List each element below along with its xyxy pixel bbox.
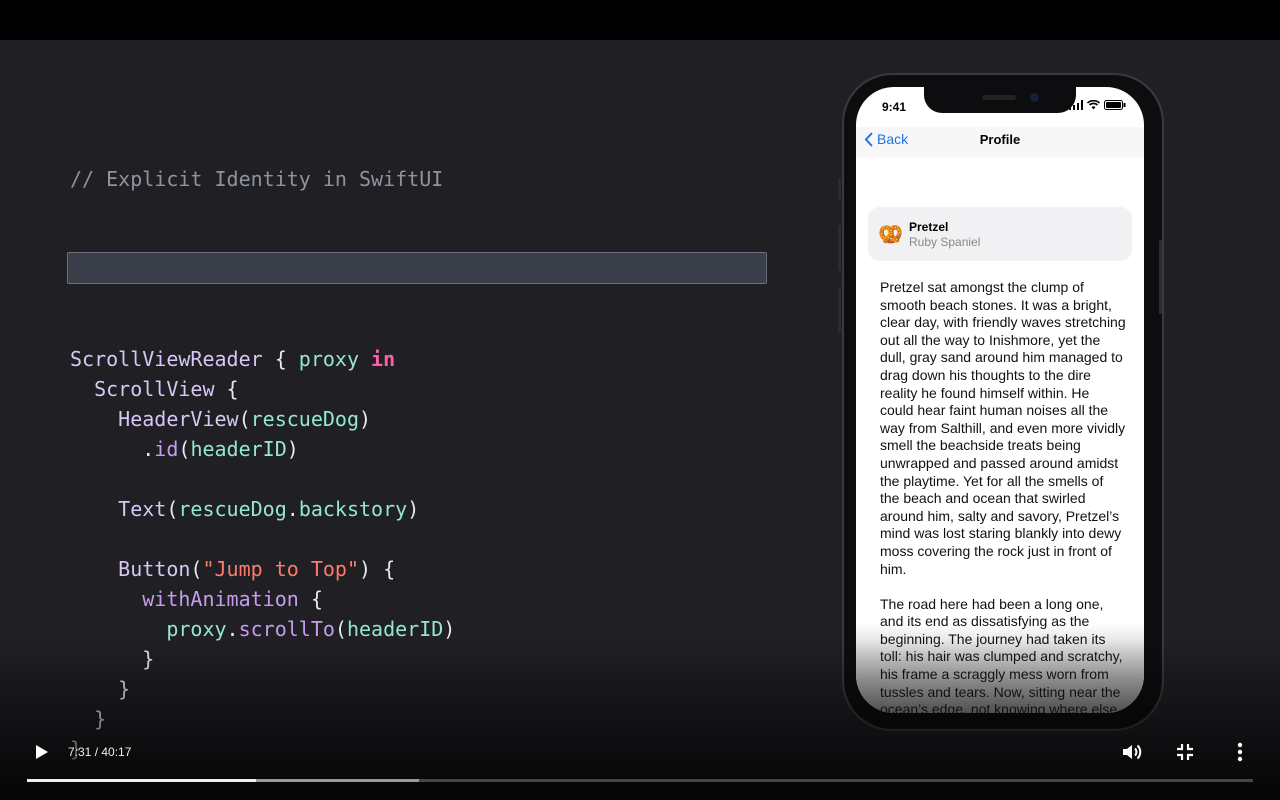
backstory-paragraph: Pretzel sat amongst the clump of smooth … bbox=[880, 279, 1126, 577]
play-icon bbox=[36, 745, 48, 759]
code-token: ) bbox=[407, 497, 420, 521]
header-view: 🥨 Pretzel Ruby Spaniel bbox=[868, 207, 1132, 261]
code-token: proxy bbox=[298, 347, 359, 371]
status-icons bbox=[1069, 100, 1126, 110]
code-token: proxy bbox=[166, 617, 227, 641]
code-token: ) { bbox=[359, 557, 396, 581]
profile-content[interactable]: 🥨 Pretzel Ruby Spaniel Pretzel sat among… bbox=[856, 157, 1144, 713]
progress-bar[interactable] bbox=[27, 779, 1253, 782]
battery-icon bbox=[1104, 100, 1126, 110]
notch bbox=[924, 87, 1076, 113]
code-token: ) bbox=[359, 407, 372, 431]
code-comment: // Explicit Identity in SwiftUI bbox=[70, 167, 444, 191]
code-token: { bbox=[262, 347, 299, 371]
exit-fullscreen-button[interactable] bbox=[1175, 742, 1195, 767]
code-line: ScrollView { bbox=[70, 374, 455, 404]
code-token: { bbox=[298, 587, 323, 611]
signal-icon bbox=[1069, 100, 1083, 110]
code-token: in bbox=[371, 347, 396, 371]
code-token: ( bbox=[334, 617, 347, 641]
code-token: ScrollView bbox=[94, 377, 215, 401]
code-token: . bbox=[226, 617, 239, 641]
volume-icon bbox=[1123, 744, 1142, 760]
progress-played bbox=[27, 779, 257, 782]
status-time: 9:41 bbox=[882, 100, 907, 114]
iphone-screen: 9:41 Back Profile 🥨 Pretzel Ruby Spaniel… bbox=[856, 87, 1144, 713]
code-token: Text bbox=[118, 497, 167, 521]
code-line: withAnimation { bbox=[70, 584, 455, 614]
code-token: . bbox=[286, 497, 299, 521]
code-token: backstory bbox=[298, 497, 408, 521]
code-token: Button bbox=[118, 557, 191, 581]
code-token: ) bbox=[443, 617, 456, 641]
code-line: HeaderView(rescueDog) bbox=[70, 404, 455, 434]
dog-name: Pretzel bbox=[909, 220, 949, 234]
pretzel-icon: 🥨 bbox=[878, 224, 903, 246]
code-token: scrollTo bbox=[238, 617, 335, 641]
code-token: ) bbox=[286, 437, 299, 461]
code-token: HeaderView bbox=[118, 407, 239, 431]
play-button[interactable] bbox=[32, 743, 50, 766]
code-token: id bbox=[154, 437, 179, 461]
code-token: headerID bbox=[346, 617, 444, 641]
code-token: "Jump to Top" bbox=[202, 557, 360, 581]
code-token: headerID bbox=[190, 437, 287, 461]
more-icon bbox=[1237, 742, 1243, 762]
code-line: .id(headerID) bbox=[70, 434, 455, 464]
volume-button[interactable] bbox=[1120, 741, 1142, 768]
code-token: withAnimation bbox=[142, 587, 299, 611]
controls-gradient bbox=[0, 640, 1280, 800]
more-options-button[interactable] bbox=[1230, 741, 1250, 768]
code-line: Text(rescueDog.backstory) bbox=[70, 494, 455, 524]
code-token: ScrollViewReader bbox=[70, 347, 263, 371]
code-token: rescueDog bbox=[178, 497, 287, 521]
wifi-icon bbox=[1087, 100, 1100, 110]
code-token: rescueDog bbox=[250, 407, 360, 431]
code-line: ScrollViewReader { proxy in bbox=[70, 344, 455, 374]
code-token: . bbox=[142, 437, 155, 461]
exit-fullscreen-icon bbox=[1177, 744, 1193, 760]
code-token: ( bbox=[166, 497, 179, 521]
code-token: ( bbox=[178, 437, 191, 461]
nav-title: Profile bbox=[979, 132, 1021, 147]
dog-breed: Ruby Spaniel bbox=[909, 235, 981, 249]
code-token: ( bbox=[238, 407, 251, 431]
time-display: 7:31 / 40:17 bbox=[68, 745, 132, 759]
code-line: Button("Jump to Top") { bbox=[70, 554, 455, 584]
code-token: { bbox=[214, 377, 239, 401]
code-token: ( bbox=[190, 557, 203, 581]
